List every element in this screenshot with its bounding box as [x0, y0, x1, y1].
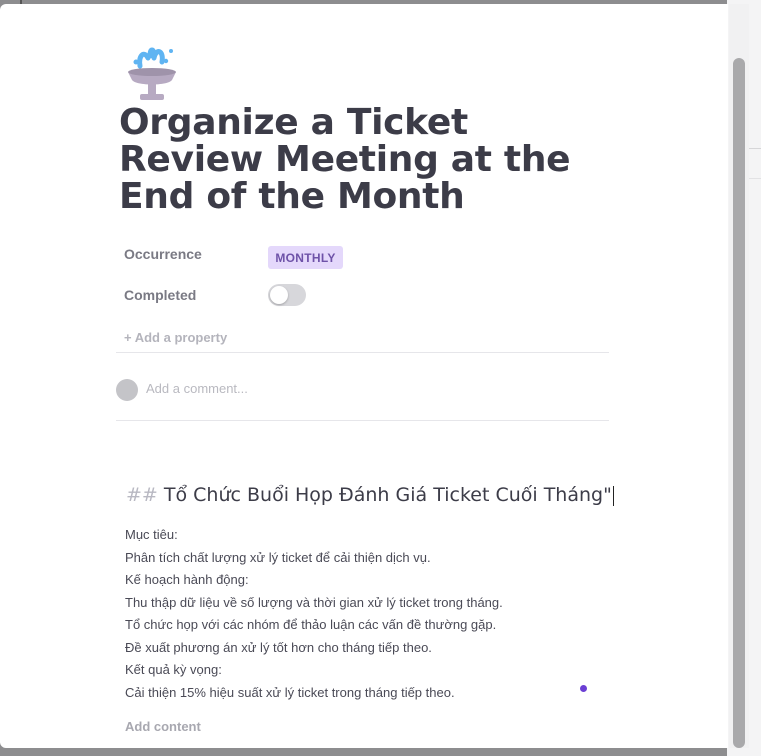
task-modal: Organize a Ticket Review Meeting at the … — [0, 4, 728, 748]
doc-line: Phân tích chất lượng xử lý ticket để cải… — [125, 549, 431, 565]
completed-toggle[interactable] — [268, 284, 306, 306]
doc-line: Tổ chức họp với các nhóm để thảo luận cá… — [125, 617, 497, 632]
divider — [116, 420, 609, 421]
scrollbar-thumb[interactable] — [733, 58, 745, 748]
toggle-knob — [270, 286, 288, 304]
task-title[interactable]: Organize a Ticket Review Meeting at the … — [119, 104, 599, 215]
heading-marker: ## — [126, 484, 158, 506]
doc-body[interactable]: Mục tiêu: Phân tích chất lượng xử lý tic… — [125, 524, 585, 704]
background-divider — [748, 148, 761, 149]
doc-line: Đề xuất phương án xử lý tốt hơn cho thán… — [125, 639, 432, 655]
text-caret — [612, 485, 614, 506]
doc-line: Thu thập dữ liệu về số lượng và thời gia… — [125, 594, 503, 610]
occurrence-badge[interactable]: MONTHLY — [268, 246, 343, 269]
presence-dot — [580, 685, 587, 692]
doc-line: Kết quả kỳ vọng: — [125, 662, 222, 677]
property-label-occurrence: Occurrence — [124, 246, 202, 262]
doc-line: Mục tiêu: — [125, 527, 178, 542]
avatar — [116, 379, 138, 401]
doc-heading-text: Tổ Chức Buổi Họp Đánh Giá Ticket Cuối Th… — [163, 484, 612, 506]
add-property-button[interactable]: + Add a property — [124, 330, 227, 345]
divider — [116, 352, 609, 353]
fountain-icon[interactable] — [124, 44, 180, 102]
doc-line: Cải thiện 15% hiệu suất xử lý ticket tro… — [125, 684, 455, 700]
doc-heading[interactable]: ## Tổ Chức Buổi Họp Đánh Giá Ticket Cuối… — [126, 484, 614, 506]
background-divider — [748, 178, 761, 179]
property-label-completed: Completed — [124, 287, 197, 303]
comment-input[interactable]: Add a comment... — [146, 381, 248, 396]
doc-line: Kế hoạch hành động: — [125, 572, 249, 587]
add-content-button[interactable]: Add content — [125, 719, 201, 734]
